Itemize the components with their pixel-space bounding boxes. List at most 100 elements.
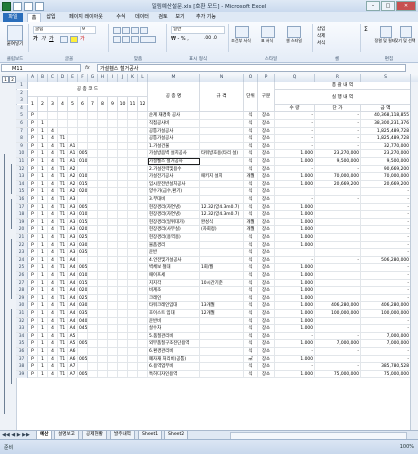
- code-cell[interactable]: T1: [58, 332, 68, 340]
- row-header[interactable]: 24: [16, 256, 28, 264]
- code-cell[interactable]: [108, 241, 118, 249]
- unit-cell[interactable]: 식: [244, 302, 258, 310]
- code-cell[interactable]: [138, 203, 148, 211]
- code-cell[interactable]: 040: [78, 317, 88, 325]
- unit-cell[interactable]: ㎥: [244, 355, 258, 363]
- spec-cell[interactable]: [200, 165, 244, 173]
- kind-cell[interactable]: 장소: [258, 279, 275, 287]
- amount-cell[interactable]: -: [361, 249, 411, 257]
- code-cell[interactable]: P: [28, 127, 38, 135]
- code-cell[interactable]: T1: [58, 325, 68, 333]
- code-cell[interactable]: A3: [68, 203, 78, 211]
- code-cell[interactable]: 4: [48, 302, 58, 310]
- code-cell[interactable]: A3: [68, 196, 78, 203]
- code-cell[interactable]: [88, 211, 98, 219]
- kind-cell[interactable]: 장소: [258, 150, 275, 158]
- code-cell[interactable]: [118, 226, 128, 234]
- qty-cell[interactable]: 1.000: [275, 302, 315, 310]
- code-cell[interactable]: [138, 256, 148, 264]
- code-cell[interactable]: 4: [48, 150, 58, 158]
- code-cell[interactable]: [138, 112, 148, 120]
- tab-page-layout[interactable]: 페이지 레이아웃: [62, 13, 110, 22]
- kind-cell[interactable]: 장소: [258, 218, 275, 226]
- amount-cell[interactable]: 385,780,528: [361, 363, 411, 371]
- code-cell[interactable]: [98, 249, 108, 257]
- code-cell[interactable]: [108, 142, 118, 150]
- code-cell[interactable]: 1: [38, 249, 48, 257]
- price-cell[interactable]: [315, 317, 361, 325]
- name-cell[interactable]: 6.환경관리비: [148, 348, 200, 355]
- code-cell[interactable]: [88, 226, 98, 234]
- kind-cell[interactable]: 장소: [258, 340, 275, 348]
- code-cell[interactable]: [128, 203, 138, 211]
- code-cell[interactable]: [78, 256, 88, 264]
- code-cell[interactable]: A4: [68, 256, 78, 264]
- name-cell[interactable]: 순계 재경축 공사: [148, 112, 200, 120]
- kind-cell[interactable]: 장소: [258, 165, 275, 173]
- amount-cell[interactable]: 100,000,000: [361, 310, 411, 317]
- column-header[interactable]: P: [258, 74, 275, 82]
- row-header[interactable]: 20: [16, 226, 28, 234]
- name-cell[interactable]: 패이프세: [148, 272, 200, 279]
- column-header[interactable]: S: [361, 74, 411, 82]
- code-cell[interactable]: A1: [68, 158, 78, 165]
- row-header[interactable]: 15: [16, 188, 28, 196]
- code-cell[interactable]: [98, 241, 108, 249]
- kind-cell[interactable]: 장소: [258, 135, 275, 143]
- price-cell[interactable]: [315, 226, 361, 234]
- code-cell[interactable]: [138, 158, 148, 165]
- spec-cell[interactable]: 10시간기준: [200, 279, 244, 287]
- code-cell[interactable]: [118, 234, 128, 241]
- row-header[interactable]: 9: [16, 142, 28, 150]
- code-cell[interactable]: 4: [48, 234, 58, 241]
- code-cell[interactable]: 4: [48, 348, 58, 355]
- code-cell[interactable]: [108, 249, 118, 257]
- unit-cell[interactable]: 식: [244, 120, 258, 127]
- code-cell[interactable]: [108, 294, 118, 302]
- code-cell[interactable]: [48, 120, 58, 127]
- code-cell[interactable]: [98, 218, 108, 226]
- column-header[interactable]: C: [48, 74, 58, 82]
- qty-cell[interactable]: -: [275, 112, 315, 120]
- code-cell[interactable]: 010: [78, 211, 88, 219]
- price-cell[interactable]: -: [315, 196, 361, 203]
- code-cell[interactable]: [128, 340, 138, 348]
- code-cell[interactable]: P: [28, 173, 38, 181]
- qty-cell[interactable]: 1.000: [275, 325, 315, 333]
- code-cell[interactable]: [88, 142, 98, 150]
- decimal-buttons[interactable]: .00 .0: [204, 36, 217, 41]
- code-cell[interactable]: 1: [38, 234, 48, 241]
- code-cell[interactable]: [108, 211, 118, 219]
- code-cell[interactable]: T1: [58, 340, 68, 348]
- code-cell[interactable]: [128, 317, 138, 325]
- code-cell[interactable]: [88, 317, 98, 325]
- unit-cell[interactable]: 식: [244, 272, 258, 279]
- code-cell[interactable]: 005: [78, 150, 88, 158]
- code-cell[interactable]: A6: [68, 355, 78, 363]
- spec-cell[interactable]: 1회/월: [200, 264, 244, 272]
- code-cell[interactable]: [58, 112, 68, 120]
- code-cell[interactable]: [88, 287, 98, 295]
- qty-cell[interactable]: 1.000: [275, 294, 315, 302]
- spec-cell[interactable]: [200, 234, 244, 241]
- code-cell[interactable]: [128, 234, 138, 241]
- qty-cell[interactable]: 1.000: [275, 180, 315, 188]
- price-cell[interactable]: [315, 203, 361, 211]
- name-cell[interactable]: 벽체보 철대: [148, 264, 200, 272]
- code-cell[interactable]: [118, 120, 128, 127]
- code-cell[interactable]: [108, 112, 118, 120]
- code-cell[interactable]: [108, 203, 118, 211]
- bold-button[interactable]: 가: [33, 35, 38, 42]
- unit-cell[interactable]: 식: [244, 188, 258, 196]
- code-cell[interactable]: [78, 127, 88, 135]
- code-cell[interactable]: [138, 332, 148, 340]
- code-cell[interactable]: [78, 332, 88, 340]
- price-cell[interactable]: [315, 188, 361, 196]
- price-cell[interactable]: [315, 272, 361, 279]
- spec-cell[interactable]: [200, 135, 244, 143]
- price-cell[interactable]: -: [315, 256, 361, 264]
- amount-cell[interactable]: 1,825,489,728: [361, 135, 411, 143]
- qty-cell[interactable]: 1.000: [275, 340, 315, 348]
- code-cell[interactable]: [138, 264, 148, 272]
- cell-styles-icon[interactable]: [287, 26, 301, 38]
